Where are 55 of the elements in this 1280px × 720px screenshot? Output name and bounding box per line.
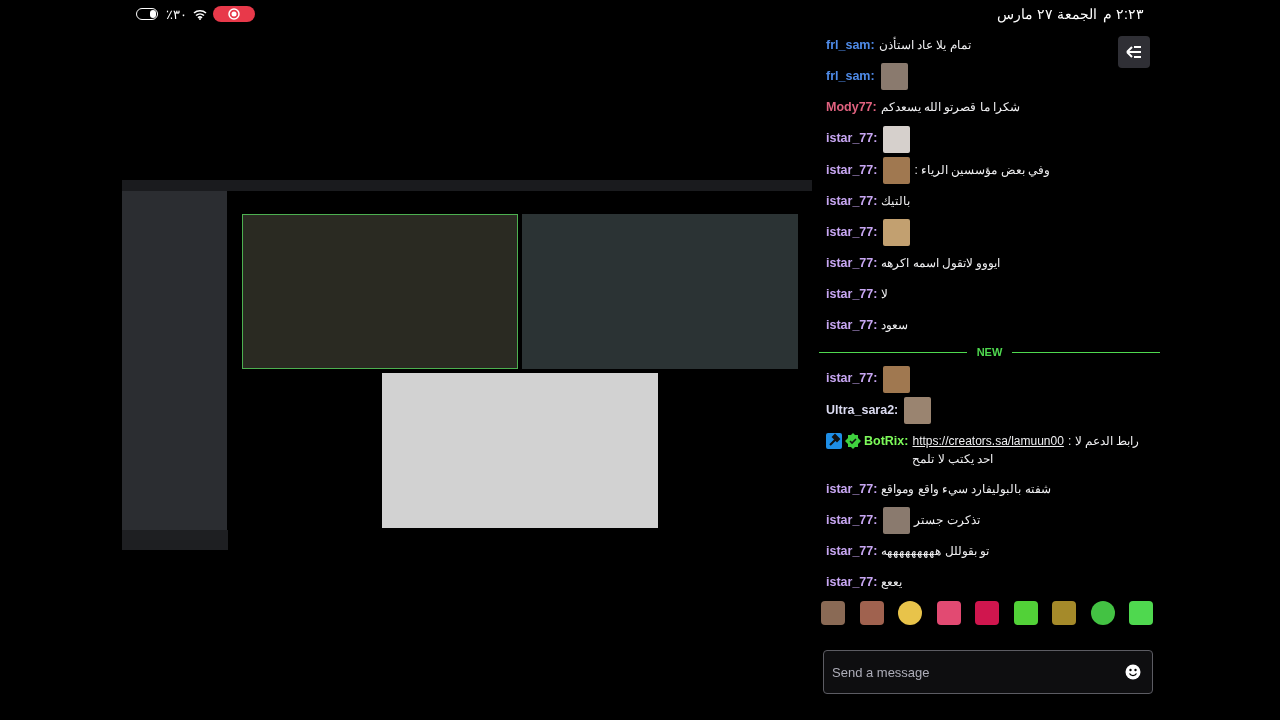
- chat-username[interactable]: frl_sam:: [826, 38, 875, 52]
- chat-username[interactable]: istar_77:: [826, 544, 878, 559]
- status-time: ٢:٢٣ م: [1103, 6, 1144, 22]
- emote-image: [883, 507, 911, 535]
- chat-message-text: بالتيك: [881, 194, 911, 208]
- status-date: الجمعة ٢٧ مارس: [997, 6, 1098, 22]
- smiley-icon[interactable]: [1125, 664, 1141, 680]
- chat-username[interactable]: istar_77:: [826, 481, 878, 496]
- chat-username[interactable]: istar_77:: [826, 225, 878, 239]
- chat-username[interactable]: istar_77:: [826, 256, 878, 271]
- new-messages-label: NEW: [976, 346, 1003, 359]
- chat-message-text: سعود: [881, 318, 909, 333]
- wifi-icon: [193, 8, 207, 20]
- hammer-badge-icon: [826, 432, 842, 449]
- emote-icon[interactable]: [898, 601, 922, 626]
- chat-message-text: تذكرت جستر: [914, 512, 980, 527]
- chat-message-text: تو بقوللل هههههههههه: [881, 544, 990, 559]
- chat-message-text: لا: [881, 287, 889, 302]
- recording-indicator[interactable]: [213, 6, 255, 22]
- chat-message-text: تمام يلا عاد استأذن: [878, 38, 971, 52]
- emote-image: [883, 365, 911, 393]
- chat-username[interactable]: Ultra_sara2:: [826, 402, 899, 417]
- chat-message-text: شكرا ما قصرتو الله يسعدكم: [880, 100, 1021, 115]
- chat-message-text: يععع: [881, 575, 903, 590]
- chat-username[interactable]: istar_77:: [826, 512, 878, 527]
- emote-image: [880, 63, 908, 91]
- battery-percent: ٪٣٠: [166, 6, 187, 22]
- emote-image: [883, 219, 911, 247]
- chat-username[interactable]: istar_77:: [826, 131, 878, 146]
- chat-username[interactable]: frl_sam:: [826, 69, 875, 83]
- chat-username[interactable]: istar_77:: [826, 287, 878, 302]
- verified-badge-icon: [845, 432, 861, 449]
- emote-icon[interactable]: [1013, 601, 1038, 626]
- chat-message-text: وفي بعض مؤسسين الرياء :: [914, 162, 1051, 177]
- message-input[interactable]: Send a message: [823, 650, 1153, 694]
- emote-icon[interactable]: [936, 601, 961, 626]
- chat-message-text: ايووو لاتقول اسمه اكرهه: [881, 256, 1001, 271]
- chat-username[interactable]: istar_77:: [826, 194, 878, 208]
- collapse-icon: [1126, 45, 1142, 59]
- chat-username[interactable]: Mody77:: [826, 100, 877, 115]
- chat-username[interactable]: BotRix:: [864, 431, 909, 450]
- emote-icon[interactable]: [1090, 601, 1115, 626]
- chat-username[interactable]: istar_77:: [826, 318, 878, 333]
- emote-image: [904, 396, 932, 424]
- chat-username[interactable]: istar_77:: [826, 162, 878, 177]
- emote-icon[interactable]: [1052, 601, 1076, 626]
- emote-image: [883, 157, 911, 184]
- emote-image: [883, 125, 911, 153]
- battery-icon: [136, 8, 160, 20]
- chat-message-text: شفته بالبوليفارد سيء واقع ومواقع: [881, 481, 1051, 496]
- chat-username[interactable]: istar_77:: [826, 575, 878, 590]
- chat-link[interactable]: https://creators.sa/lamuun00: [912, 433, 1064, 448]
- emote-icon[interactable]: [1129, 601, 1153, 626]
- collapse-chat-button[interactable]: [1118, 36, 1150, 68]
- chat-username[interactable]: istar_77:: [826, 371, 878, 386]
